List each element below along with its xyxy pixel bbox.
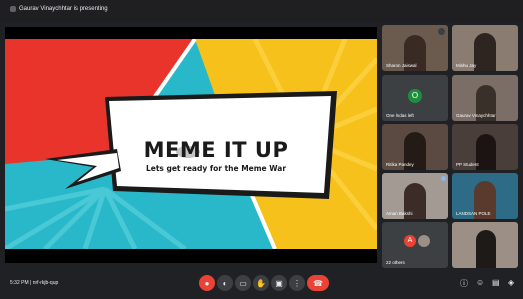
- camera-icon: ◐: [222, 278, 228, 288]
- mic-icon: [438, 28, 445, 35]
- participant-tile-10[interactable]: [452, 222, 518, 268]
- participant-name: One lndas left: [386, 113, 414, 118]
- participant-name: 22 others: [386, 260, 405, 265]
- raise-hand-button[interactable]: ✋: [253, 275, 269, 291]
- people-icon[interactable]: ☺: [476, 278, 484, 287]
- avatar: A: [404, 235, 416, 247]
- participant-name: Aman Bakshi: [386, 211, 413, 216]
- participant-name: Mishu Jay: [456, 63, 477, 68]
- participant-tile-2[interactable]: Mishu Jay: [452, 25, 518, 71]
- present-screen-icon: [10, 6, 16, 12]
- end-call-icon: ☎: [313, 278, 323, 288]
- avatar: O: [408, 89, 422, 103]
- participant-tile-5[interactable]: Ritika Pandey: [382, 124, 448, 170]
- presenting-text: Gaurav Vinaychhtar is presenting: [19, 6, 108, 12]
- more-icon: ⋮: [293, 278, 301, 288]
- camera-button[interactable]: ◐: [217, 275, 233, 291]
- slide-subtitle: Lets get ready for the Meme War: [145, 164, 287, 173]
- chat-icon[interactable]: ▤: [492, 278, 500, 287]
- participant-tile-4[interactable]: Gaurav Vinaychhtar: [452, 75, 518, 121]
- captions-icon: ▭: [239, 278, 247, 288]
- participant-name: Ritika Pandey: [386, 162, 414, 167]
- mic-off-icon: ●: [204, 278, 210, 288]
- activities-icon[interactable]: ◈: [508, 278, 514, 287]
- meeting-time-code: 5:32 PM | nrf-rkjb-qup: [10, 280, 59, 286]
- raise-hand-icon: ✋: [256, 278, 266, 288]
- participant-tile-6[interactable]: PP Student: [452, 124, 518, 170]
- participant-tile-9[interactable]: A 22 others: [382, 222, 448, 268]
- top-bar: Gaurav Vinaychhtar is presenting: [0, 0, 523, 22]
- person-video: [474, 33, 496, 71]
- avatar-photo: [418, 235, 430, 247]
- participant-name: PP Student: [456, 162, 479, 167]
- end-call-button[interactable]: ☎: [307, 275, 329, 291]
- info-icon[interactable]: ⓘ: [460, 278, 468, 289]
- participant-tile-3[interactable]: O One lndas left: [382, 75, 448, 121]
- person-video: [476, 230, 496, 268]
- more-options-button[interactable]: ⋮: [289, 275, 305, 291]
- pin-icon: [441, 176, 446, 181]
- participant-name: Sharon Jaiswal: [386, 63, 417, 68]
- participant-name: LANDSAN POLE: [456, 211, 491, 216]
- present-icon: ▣: [275, 278, 283, 288]
- participant-name: Gaurav Vinaychhtar: [456, 113, 496, 118]
- present-button[interactable]: ▣: [271, 275, 287, 291]
- participant-tile-8[interactable]: LANDSAN POLE: [452, 173, 518, 219]
- mic-off-button[interactable]: ●: [199, 275, 215, 291]
- participant-tile-7[interactable]: Aman Bakshi: [382, 173, 448, 219]
- presenting-banner: Gaurav Vinaychhtar is presenting: [10, 6, 108, 12]
- participant-tile-1[interactable]: Sharon Jaiswal: [382, 25, 448, 71]
- person-video: [476, 134, 496, 170]
- presentation-stage: MEME IT UP Lets get ready for the Meme W…: [5, 27, 377, 263]
- slide: MEME IT UP Lets get ready for the Meme W…: [5, 39, 377, 249]
- slide-title: MEME IT UP: [143, 138, 289, 162]
- captions-button[interactable]: ▭: [235, 275, 251, 291]
